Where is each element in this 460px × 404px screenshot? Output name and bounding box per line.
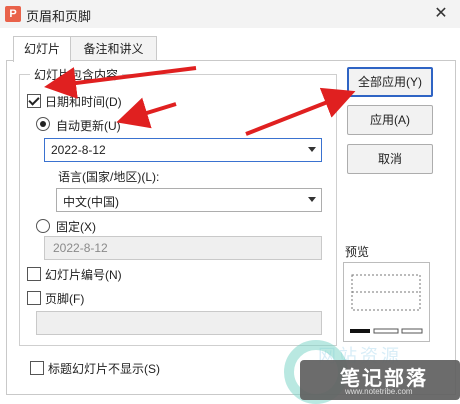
- auto-update-date-value: 2022-8-12: [51, 143, 106, 157]
- tab-slides[interactable]: 幻灯片: [13, 36, 71, 62]
- apply-button[interactable]: 应用(A): [347, 105, 433, 135]
- dialog-title: 页眉和页脚: [26, 9, 92, 24]
- preview-box: [343, 262, 430, 342]
- footer-label: 页脚(F): [45, 292, 85, 306]
- slide-number-checkbox[interactable]: [27, 267, 41, 281]
- language-value: 中文(中国): [63, 195, 119, 209]
- auto-update-radio[interactable]: [36, 117, 50, 131]
- preview-footer-placeholder: [373, 328, 399, 334]
- date-time-checkbox[interactable]: [27, 94, 41, 108]
- cancel-button[interactable]: 取消: [347, 144, 433, 174]
- apply-all-button[interactable]: 全部应用(Y): [347, 67, 433, 97]
- preview-date-placeholder: [350, 329, 370, 333]
- close-icon[interactable]: ✕: [428, 2, 454, 26]
- language-label: 语言(国家/地区)(L):: [58, 170, 160, 184]
- watermark-url: www.notetribe.com: [345, 387, 413, 396]
- auto-update-label: 自动更新(U): [56, 119, 121, 133]
- tab-notes-handouts[interactable]: 备注和讲义: [70, 36, 157, 61]
- preview-label: 预览: [345, 245, 370, 259]
- footer-text-field[interactable]: [36, 311, 322, 335]
- app-logo-icon: P: [5, 6, 21, 22]
- preview-slide-thumbnail: [350, 274, 423, 334]
- fixed-date-field[interactable]: 2022-8-12: [44, 236, 322, 260]
- fixed-radio[interactable]: [36, 219, 50, 233]
- footer-checkbox[interactable]: [27, 291, 41, 305]
- language-select[interactable]: 中文(中国): [56, 188, 322, 212]
- date-time-label: 日期和时间(D): [45, 95, 122, 109]
- include-group-legend: 幻灯片包含内容: [30, 66, 123, 83]
- hide-title-slide-label: 标题幻灯片不显示(S): [48, 362, 160, 376]
- fixed-label: 固定(X): [56, 220, 96, 234]
- auto-update-date-select[interactable]: 2022-8-12: [44, 138, 322, 162]
- preview-number-placeholder: [401, 328, 423, 334]
- slide-number-label: 幻灯片编号(N): [45, 268, 122, 282]
- chevron-down-icon: [308, 197, 316, 202]
- hide-title-slide-checkbox[interactable]: [30, 361, 44, 375]
- fixed-date-value: 2022-8-12: [53, 241, 108, 255]
- chevron-down-icon: [308, 147, 316, 152]
